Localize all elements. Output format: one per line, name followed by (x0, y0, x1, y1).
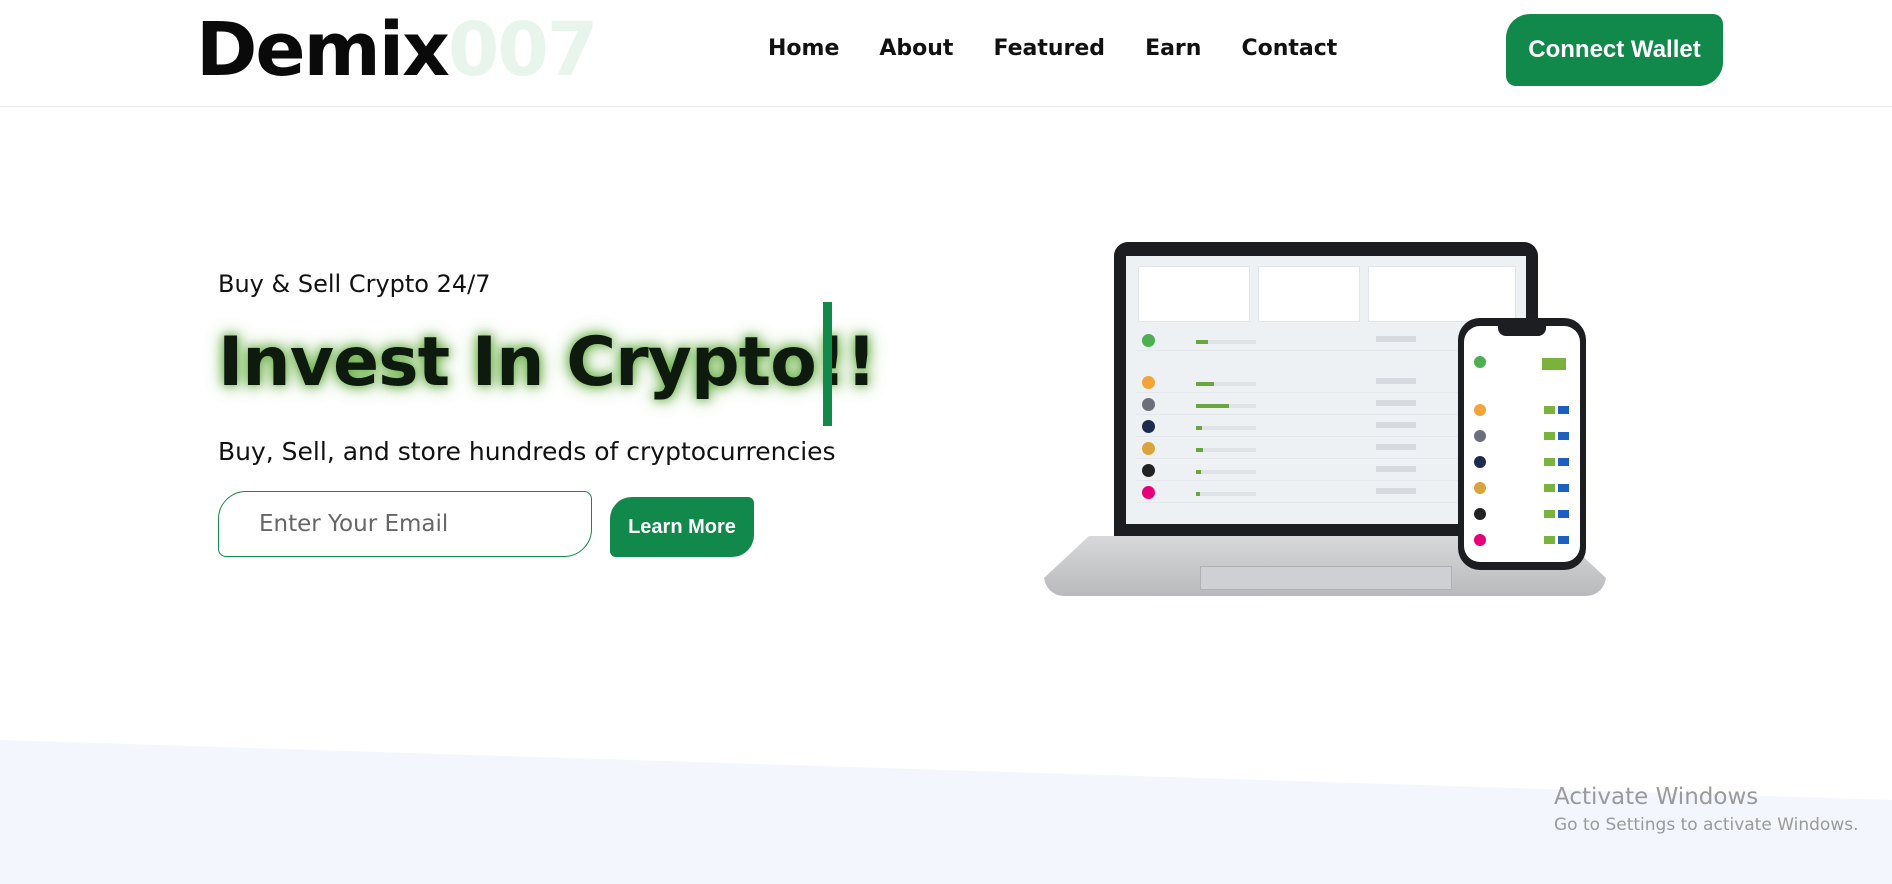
coin-icon (1142, 334, 1155, 347)
coin-icon (1474, 356, 1486, 368)
nav-earn[interactable]: Earn (1145, 34, 1201, 64)
ethereum-icon (1142, 398, 1155, 411)
cardano-icon (1142, 420, 1155, 433)
phone-screen (1464, 326, 1580, 562)
email-input[interactable] (218, 491, 592, 557)
nav-contact[interactable]: Contact (1241, 34, 1337, 64)
logo-main-text: Demix (196, 7, 450, 93)
brand-logo[interactable]: Demix007 (196, 7, 598, 93)
uniswap-icon (1142, 486, 1155, 499)
cardano-icon (1474, 456, 1486, 468)
hero-headline: Invest In Crypto!! (218, 323, 877, 402)
dogecoin-icon (1474, 482, 1486, 494)
bitcoin-icon (1142, 376, 1155, 389)
learn-more-button[interactable]: Learn More (610, 497, 754, 557)
typing-cursor (823, 302, 832, 426)
watermark-subtitle: Go to Settings to activate Windows. (1554, 815, 1859, 835)
polkadot-icon (1474, 508, 1486, 520)
dogecoin-icon (1142, 442, 1155, 455)
referral-card (1258, 266, 1360, 322)
hero-illustration (1040, 236, 1620, 616)
ethereum-icon (1474, 430, 1486, 442)
windows-activation-watermark: Activate Windows Go to Settings to activ… (1554, 782, 1859, 838)
uniswap-icon (1474, 534, 1486, 546)
nav-home[interactable]: Home (768, 34, 839, 64)
nav-featured[interactable]: Featured (993, 34, 1105, 64)
laptop-trackpad (1200, 566, 1452, 590)
hero-tagline: Buy & Sell Crypto 24/7 (218, 270, 491, 298)
account-card (1138, 266, 1250, 322)
nav-about[interactable]: About (879, 34, 953, 64)
support-card (1368, 266, 1516, 322)
smartphone (1458, 318, 1586, 570)
watermark-title: Activate Windows (1554, 784, 1759, 810)
polkadot-icon (1142, 464, 1155, 477)
main-nav: Home About Featured Earn Contact (768, 34, 1377, 64)
site-header: Demix007 Home About Featured Earn Contac… (0, 0, 1892, 107)
hero-subline: Buy, Sell, and store hundreds of cryptoc… (218, 437, 836, 466)
logo-suffix-text: 007 (447, 7, 598, 93)
bitcoin-icon (1474, 404, 1486, 416)
connect-wallet-button[interactable]: Connect Wallet (1506, 14, 1723, 86)
